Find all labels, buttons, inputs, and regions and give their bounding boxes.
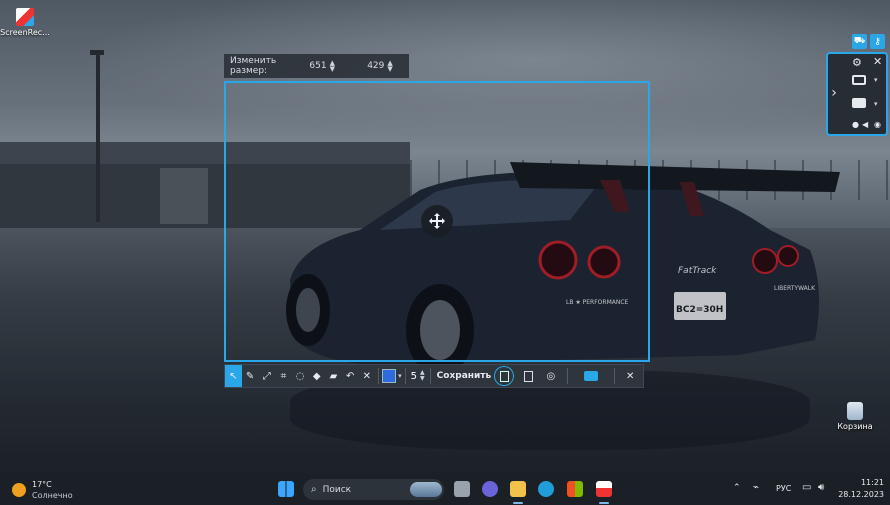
divider	[378, 368, 380, 384]
search-box[interactable]: ⌕ Поиск	[303, 479, 444, 500]
close-icon: ✕	[626, 370, 635, 382]
screenrec-app-icon	[16, 8, 34, 26]
cursor-icon[interactable]: ↖	[225, 365, 242, 387]
height-stepper[interactable]: 429 ▲ ▼	[367, 60, 403, 73]
rect-icon[interactable]: ⌗	[275, 365, 292, 387]
weather-temp: 17°C	[32, 480, 52, 489]
pen-icon[interactable]: ✎	[242, 365, 259, 387]
webcam-icon[interactable]: ◉	[874, 120, 881, 129]
resize-label: Изменить размер:	[230, 56, 277, 76]
chevron-down-icon: ▾	[398, 372, 402, 380]
move-handle[interactable]	[421, 205, 453, 237]
chevron-down-icon[interactable]: ▾	[874, 76, 878, 84]
file-explorer-icon[interactable]	[510, 481, 526, 497]
close-icon[interactable]: ✕	[873, 55, 882, 68]
undo-icon[interactable]: ↶	[342, 365, 359, 387]
desktop-icon-label: Корзина	[837, 422, 873, 431]
expand-panel-button[interactable]: ›	[826, 78, 842, 108]
key-icon: ⚷	[874, 36, 881, 47]
start-button[interactable]	[278, 481, 294, 497]
clock-date: 28.12.2023	[838, 490, 884, 499]
network-icon[interactable]: ▭	[802, 482, 811, 493]
height-value: 429	[367, 61, 385, 71]
size-value: 5	[410, 370, 418, 382]
search-placeholder: Поиск	[322, 484, 352, 495]
desktop-icon-recycle-bin[interactable]: Корзина	[830, 402, 880, 431]
cart-button[interactable]: ⛟	[852, 34, 867, 49]
cart-icon: ⛟	[853, 36, 866, 46]
screenrec-side-panel: › ⚙ ✕ ▾ ▾ ● ◀ ◉	[826, 52, 888, 136]
color-picker[interactable]: ▾	[382, 369, 402, 383]
desktop-icon-label: ScreenRec...	[0, 28, 50, 37]
volume-icon[interactable]: 🔊︎	[818, 482, 824, 493]
speaker-icon[interactable]: ◀	[862, 120, 868, 129]
move-arrows-icon	[429, 213, 445, 229]
store-icon[interactable]	[567, 481, 583, 497]
stepper-arrows-icon[interactable]: ▲ ▼	[420, 370, 425, 382]
camera-icon	[583, 371, 598, 381]
taskbar-active-indicator	[599, 502, 609, 504]
taskbar: 17°C Солнечно ⌕ Поиск ⌃ ⌁ РУС ▭ 🔊︎ 11:21…	[0, 474, 890, 505]
lasso-icon[interactable]: ◌	[292, 365, 309, 387]
stepper-arrows-icon[interactable]: ▲ ▼	[387, 60, 392, 73]
divider	[613, 368, 615, 384]
key-button[interactable]: ⚷	[870, 34, 885, 49]
close-icon[interactable]: ✕	[359, 365, 376, 387]
chevron-up-icon[interactable]: ⌃	[733, 483, 741, 493]
desktop-icon-screenrec[interactable]: ScreenRec...	[0, 8, 50, 37]
gear-icon[interactable]: ⚙	[852, 56, 862, 69]
clipboard-icon	[523, 370, 533, 382]
stepper-arrows-icon[interactable]: ▲ ▼	[330, 60, 335, 73]
file-icon	[499, 370, 509, 382]
microphone-icon[interactable]: ●	[852, 120, 859, 129]
search-highlight-icon	[410, 482, 442, 497]
search-icon: ⌕	[311, 484, 317, 495]
recycle-bin-icon	[847, 402, 863, 420]
width-value: 651	[309, 61, 327, 71]
annotation-toolbar: ↖ ✎ ⤢ ⌗ ◌ ◆ ▰ ↶ ✕ ▾ 5 ▲ ▼ Сохранить ◎ ✕	[224, 364, 644, 388]
marker-icon[interactable]: ◆	[308, 365, 325, 387]
width-stepper[interactable]: 651 ▲ ▼	[309, 60, 345, 73]
close-toolbar-button[interactable]: ✕	[617, 365, 643, 387]
clock-time: 11:21	[860, 478, 884, 487]
screenshot-mode-button[interactable]	[852, 74, 866, 88]
chevron-right-icon: ›	[831, 85, 837, 101]
screenshot-button[interactable]	[571, 365, 610, 387]
chevron-down-icon[interactable]: ▾	[874, 100, 878, 108]
save-file-button[interactable]	[494, 366, 514, 386]
edge-icon[interactable]	[538, 481, 554, 497]
eraser-icon[interactable]: ▰	[325, 365, 342, 387]
language-indicator[interactable]: РУС	[776, 484, 791, 493]
size-stepper[interactable]: 5 ▲ ▼	[411, 370, 425, 382]
sun-icon	[12, 483, 26, 497]
taskbar-active-indicator	[513, 502, 523, 504]
screenrec-taskbar-icon[interactable]	[596, 481, 612, 497]
camera-icon	[852, 75, 866, 85]
task-view-icon[interactable]	[454, 481, 470, 497]
video-camera-icon	[852, 98, 866, 108]
save-label: Сохранить	[436, 371, 492, 381]
globe-icon: ◎	[546, 370, 556, 382]
resize-bar: Изменить размер: 651 ▲ ▼ 429 ▲ ▼	[224, 54, 409, 78]
upload-web-button[interactable]: ◎	[543, 365, 560, 387]
divider	[567, 368, 569, 384]
network-off-icon[interactable]: ⌁	[753, 482, 759, 493]
line-arrow-icon[interactable]: ⤢	[258, 365, 275, 387]
weather-desc: Солнечно	[32, 491, 73, 500]
color-swatch	[382, 369, 397, 383]
video-mode-button[interactable]	[852, 98, 866, 111]
divider	[429, 368, 431, 384]
teams-icon[interactable]	[482, 481, 498, 497]
weather-widget[interactable]: 17°C Солнечно	[12, 479, 82, 501]
clock[interactable]: 11:21 28.12.2023	[836, 478, 884, 499]
copy-clipboard-button[interactable]	[520, 365, 537, 387]
divider	[404, 368, 406, 384]
